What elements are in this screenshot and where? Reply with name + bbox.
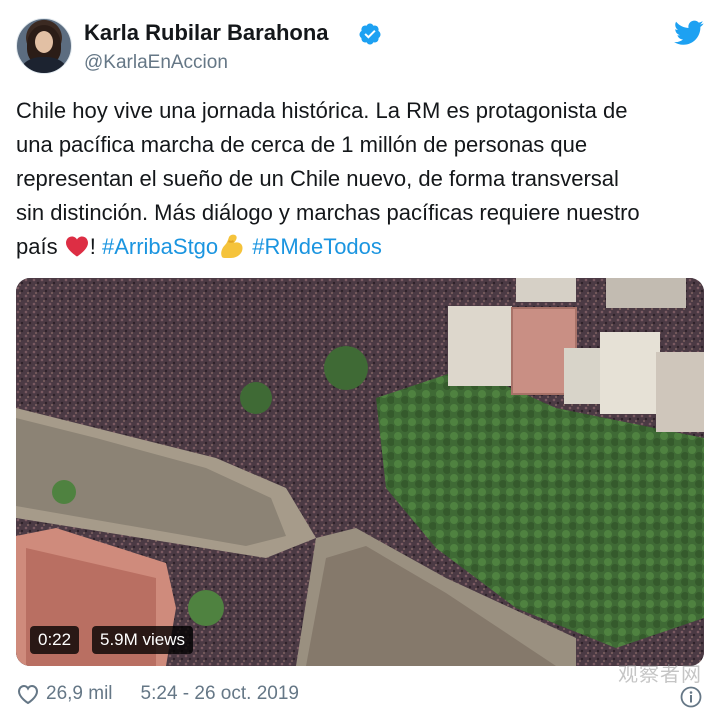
verified-badge-icon [359, 23, 381, 45]
tweet-timestamp[interactable]: 5:24 - 26 oct. 2019 [141, 683, 299, 705]
tweet-text-line: Chile hoy vive una jornada histórica. La… [16, 98, 628, 123]
flexed-biceps-emoji-icon [221, 234, 243, 258]
video-player[interactable]: 0:22 5.9M views [16, 278, 704, 666]
hashtag-link[interactable]: #ArribaStgo [102, 234, 218, 259]
info-icon[interactable] [680, 686, 702, 708]
like-count[interactable]: 26,9 mil [46, 683, 113, 705]
author-handle[interactable]: @KarlaEnAccion [84, 52, 228, 74]
video-duration-badge: 0:22 [30, 626, 80, 654]
hashtag-link[interactable]: #RMdeTodos [252, 234, 382, 259]
twitter-bird-icon[interactable] [674, 20, 704, 46]
red-heart-emoji-icon [65, 236, 88, 257]
video-thumbnail [16, 278, 704, 666]
heart-outline-icon[interactable] [16, 683, 40, 705]
tweet-card: Karla Rubilar Barahona @KarlaEnAccion Ch… [0, 0, 728, 715]
avatar[interactable] [16, 18, 72, 74]
video-views-badge: 5.9M views [92, 626, 194, 654]
author-display-name[interactable]: Karla Rubilar Barahona [84, 20, 329, 46]
tweet-text: Chile hoy vive una jornada histórica. La… [16, 94, 716, 264]
tweet-text-line: una pacífica marcha de cerca de 1 millón… [16, 132, 588, 157]
watermark: 观察者网 [618, 662, 702, 686]
tweet-text-line: sin distinción. Más diálogo y marchas pa… [16, 200, 640, 225]
tweet-text-fragment: país [16, 234, 58, 259]
tweet-text-line: representan el sueño de un Chile nuevo, … [16, 166, 619, 191]
tweet-footer: 26,9 mil 5:24 - 26 oct. 2019 [16, 683, 299, 705]
tweet-text-last-line: país ! #ArribaStgo #RMdeTodos [16, 230, 716, 264]
exclamation-mark: ! [89, 234, 96, 259]
